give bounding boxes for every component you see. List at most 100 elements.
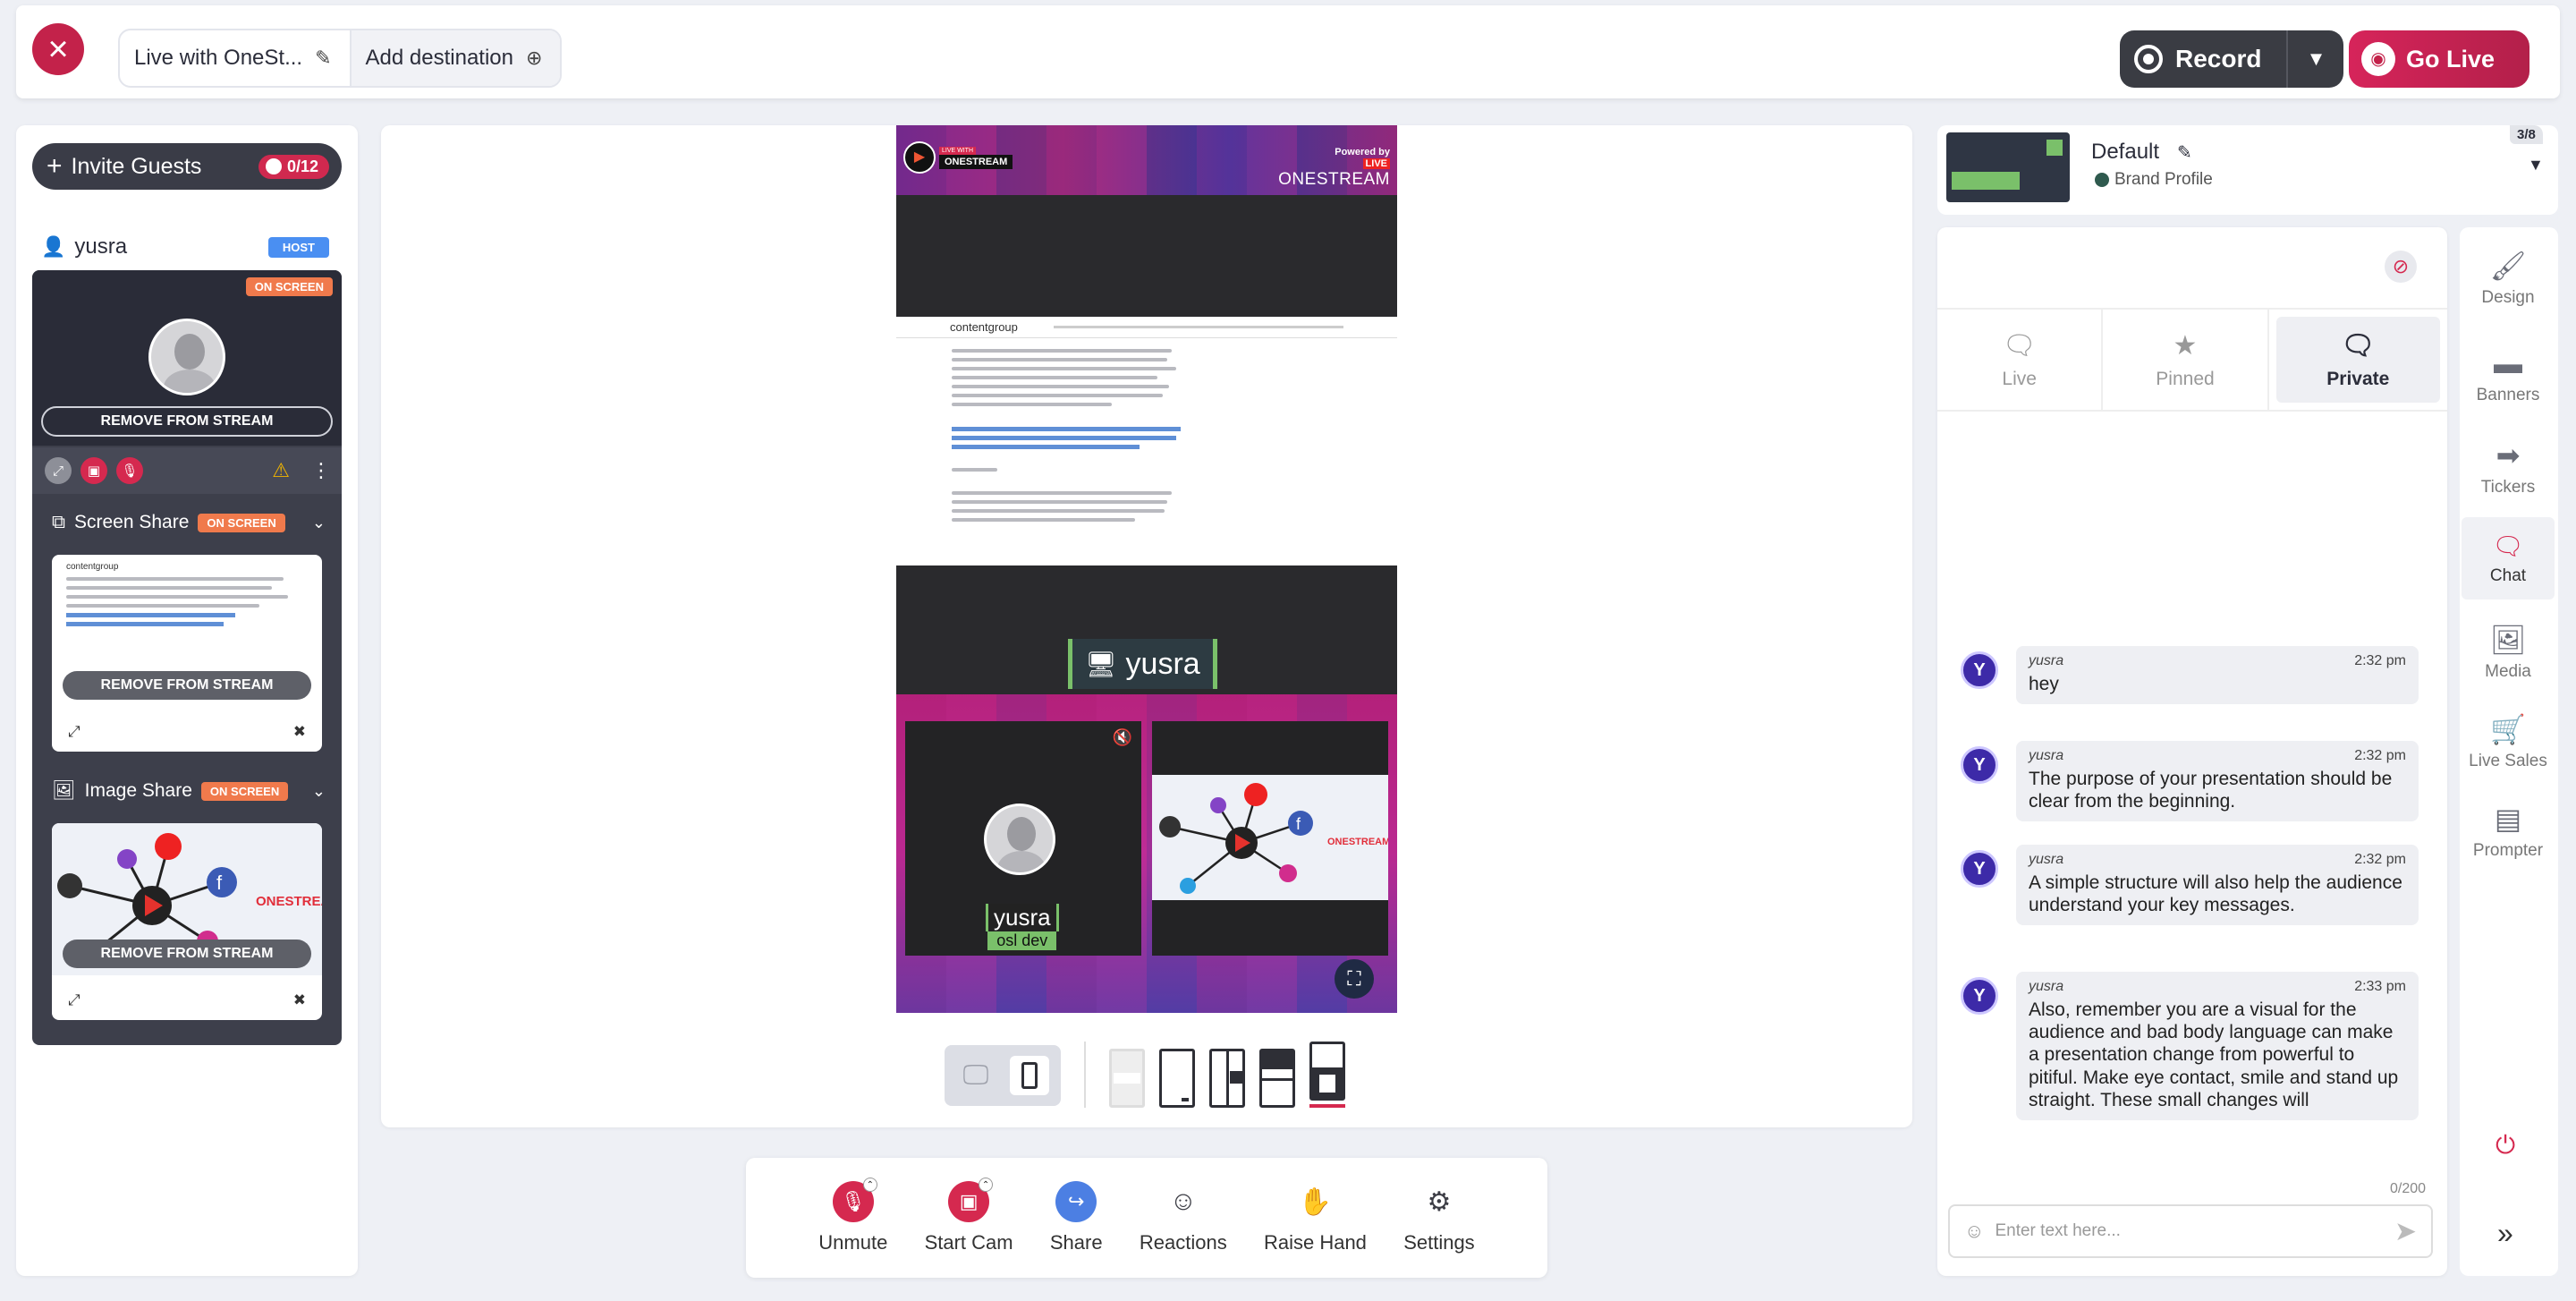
edit-icon[interactable]: ✎ — [2177, 141, 2192, 164]
nav-prompter[interactable]: ▤ Prompter — [2462, 802, 2555, 861]
hand-icon: ✋ — [1298, 1186, 1333, 1217]
layout-pip-icon[interactable] — [1309, 1042, 1345, 1101]
invite-guests-button[interactable]: + Invite Guests 0/12 — [32, 143, 342, 190]
chat-bubble: yusra 2:32 pm The purpose of your present… — [2016, 741, 2419, 822]
ticker-icon: ➡ — [2496, 439, 2521, 472]
avatar: Y — [1961, 746, 1998, 784]
avatar: Y — [1961, 850, 1998, 888]
screen-share-icon: ⧉ — [52, 512, 65, 532]
unmute-button[interactable]: 🎙 ⌃ Unmute — [818, 1178, 887, 1254]
nav-tickers[interactable]: ➡ Tickers — [2462, 438, 2555, 497]
nav-banners[interactable]: ▬ Banners — [2462, 347, 2555, 405]
chat-input[interactable]: ☺ Enter text here... ➤ — [1948, 1204, 2433, 1258]
nav-label: Media — [2485, 662, 2531, 681]
tab-live[interactable]: 🗨 Live — [1937, 310, 2104, 410]
nav-label: Prompter — [2472, 841, 2544, 860]
message-user: yusra — [2029, 653, 2064, 668]
image-share-tile[interactable]: f ONESTREAM — [1152, 721, 1388, 956]
camera-name-tag: yusra osl dev — [986, 904, 1059, 950]
host-badge: HOST — [267, 236, 329, 258]
go-live-button[interactable]: ◉ Go Live — [2349, 30, 2529, 88]
layout-single-icon[interactable] — [1109, 1049, 1145, 1108]
raise-hand-button[interactable]: ✋ Raise Hand — [1264, 1181, 1367, 1254]
close-icon[interactable]: ✖ — [293, 991, 306, 1009]
onestream-logo: ▶ LIVE WITH ONESTREAM — [903, 141, 1013, 174]
tab-pinned[interactable]: ★ Pinned — [2103, 310, 2269, 410]
chevron-down-icon[interactable]: ⌄ — [312, 514, 326, 532]
guest-count-badge: 0/12 — [258, 154, 329, 179]
power-icon[interactable]: ⏻ — [2496, 1131, 2515, 1161]
nav-media[interactable]: 🖼 Media — [2462, 623, 2555, 682]
block-icon[interactable]: ⊘ — [2385, 251, 2417, 283]
tab-pinned-label: Pinned — [2156, 368, 2215, 389]
camera-name: yusra — [986, 904, 1059, 931]
share-icon: ↪ — [1055, 1181, 1097, 1222]
brand-profile-sub: Brand Profile — [2114, 170, 2213, 189]
brand-banner: ▶ LIVE WITH ONESTREAM Powered by LIVE ON… — [896, 125, 1397, 195]
remove-host-from-stream-button[interactable]: REMOVE FROM STREAM — [41, 406, 333, 437]
chevron-down-icon[interactable]: ⌄ — [312, 782, 326, 801]
expand-icon[interactable]: ⤢ — [68, 723, 80, 741]
fullscreen-icon[interactable]: ⛶ — [1335, 959, 1374, 999]
image-share-header[interactable]: 🖼 Image Share ON SCREEN ⌄ — [52, 780, 326, 802]
layout-pip-option[interactable] — [1309, 1042, 1345, 1108]
raise-hand-label: Raise Hand — [1263, 1231, 1367, 1254]
nav-chat[interactable]: 🗨 Chat — [2462, 517, 2555, 599]
selected-indicator — [1309, 1104, 1345, 1108]
start-cam-button[interactable]: ▣ ⌃ Start Cam — [925, 1178, 1013, 1254]
media-icon: 🖼 — [2489, 624, 2527, 656]
chat-message: Y yusra 2:32 pm A simple structure will a… — [1961, 845, 2419, 926]
mic-off-icon[interactable]: 🎙 — [116, 457, 143, 484]
camera-off-icon[interactable]: ▣ — [80, 457, 107, 484]
record-options-chevron-down-icon[interactable]: ▼ — [2286, 30, 2343, 88]
powered-by-logo: Powered by LIVE ONESTREAM — [1278, 147, 1390, 191]
layout-stack-icon[interactable] — [1259, 1049, 1295, 1108]
go-live-label: Go Live — [2406, 45, 2496, 72]
nav-label: Design — [2481, 288, 2535, 307]
close-icon[interactable]: ✖ — [293, 723, 306, 741]
destination-live-with-onestream[interactable]: Live with OneSt... ✎ — [120, 30, 350, 86]
send-icon[interactable]: ➤ — [2394, 1216, 2417, 1247]
expand-icon[interactable]: ⤢ — [45, 457, 72, 484]
more-options-icon[interactable]: ⋮ — [311, 459, 331, 482]
image-share-footer: ⤢ ✖ — [52, 984, 322, 1016]
portrait-mobile-icon[interactable] — [1010, 1056, 1049, 1095]
gear-icon: ⚙ — [1427, 1186, 1452, 1217]
powered-brand: ONESTREAM — [1278, 170, 1390, 190]
close-studio-button[interactable]: × — [32, 23, 84, 75]
expand-icon[interactable]: ⤢ — [68, 991, 80, 1009]
camera-tile[interactable]: 🔇 yusra osl dev — [905, 721, 1141, 956]
destination-name: Live with OneSt... — [134, 46, 303, 70]
remove-screen-share-button[interactable]: REMOVE FROM STREAM — [63, 671, 311, 700]
settings-button[interactable]: ⚙ Settings — [1403, 1181, 1475, 1254]
layout-side-icon[interactable] — [1209, 1049, 1245, 1108]
layout-full-icon[interactable] — [1159, 1049, 1195, 1108]
reactions-button[interactable]: ☺ Reactions — [1140, 1181, 1227, 1254]
tab-private[interactable]: 🗨 Private — [2275, 317, 2440, 403]
chevron-down-icon[interactable]: ▼ — [2528, 156, 2544, 174]
chat-bubble: yusra 2:32 pm A simple structure will als… — [2016, 845, 2419, 926]
add-destination-button[interactable]: Add destination ⊕ — [349, 30, 561, 86]
message-text: hey — [2029, 674, 2059, 694]
layout-selector — [1109, 1042, 1345, 1108]
share-button[interactable]: ↪ Share — [1050, 1181, 1103, 1254]
mic-off-icon: 🎙 ⌃ — [832, 1178, 877, 1222]
collapse-icon[interactable]: » — [2497, 1217, 2513, 1250]
landscape-desktop-icon[interactable]: 🖵 — [956, 1056, 996, 1095]
nav-live-sales[interactable]: 🛒 Live Sales — [2462, 712, 2555, 771]
orientation-toggle: 🖵 — [945, 1045, 1061, 1106]
remove-image-share-button[interactable]: REMOVE FROM STREAM — [63, 940, 311, 968]
stream-canvas[interactable]: ▶ LIVE WITH ONESTREAM Powered by LIVE ON… — [896, 125, 1397, 1013]
brand-profile-counter: 3/8 — [2510, 125, 2543, 144]
message-user: yusra — [2029, 852, 2064, 867]
warning-icon[interactable]: ⚠ — [272, 459, 290, 482]
edit-icon[interactable]: ✎ — [315, 47, 331, 70]
screen-share-header[interactable]: ⧉ Screen Share ON SCREEN ⌄ — [52, 512, 326, 533]
emoji-icon[interactable]: ☺ — [1964, 1220, 1984, 1243]
image-share-thumbnail: f ONESTREAM REMOVE FROM STREAM ⤢ ✖ — [52, 823, 322, 1020]
nav-design[interactable]: 🖌 Design — [2462, 249, 2555, 308]
brand-thumbnail — [1946, 132, 2070, 202]
message-user: yusra — [2029, 748, 2064, 763]
record-button[interactable]: Record — [2120, 30, 2286, 88]
doc-brand: contentgroup — [950, 320, 1018, 334]
